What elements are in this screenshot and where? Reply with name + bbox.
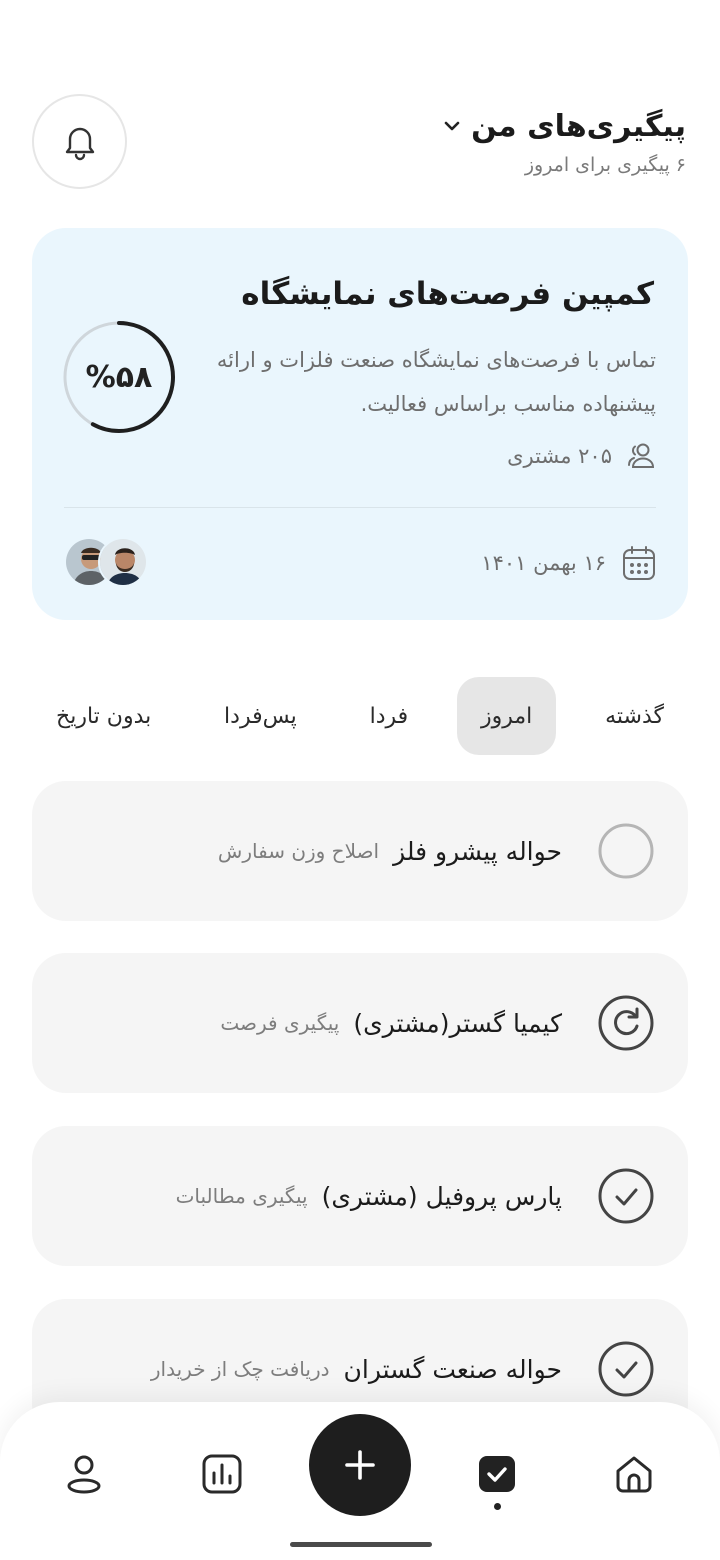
campaign-description: تماس با فرصت‌های نمایشگاه صنعت فلزات و ا… xyxy=(216,348,656,416)
active-indicator-dot xyxy=(494,1503,501,1510)
user-icon xyxy=(67,1455,101,1494)
page-subtitle: ۶ پیگیری برای امروز xyxy=(524,154,686,176)
followup-item[interactable]: کیمیا گستر(مشتری) پیگیری فرصت xyxy=(32,953,688,1093)
bottom-nav xyxy=(0,1402,720,1560)
page-title-dropdown[interactable]: پیگیری‌های من xyxy=(443,104,686,148)
followup-subtitle: اصلاح وزن سفارش xyxy=(217,839,380,863)
empty-circle-icon[interactable] xyxy=(598,823,654,879)
campaign-date-label: ۱۶ بهمن ۱۴۰۱ xyxy=(481,551,606,575)
add-button[interactable] xyxy=(309,1414,411,1516)
tab-today[interactable]: امروز xyxy=(457,677,557,755)
tab-past[interactable]: گذشته xyxy=(581,677,688,755)
nav-home[interactable] xyxy=(606,1446,662,1502)
followup-title: کیمیا گستر(مشتری) xyxy=(353,1008,562,1038)
bar-chart-icon xyxy=(202,1454,242,1494)
nav-profile[interactable] xyxy=(56,1446,112,1502)
bell-icon xyxy=(65,127,94,160)
followup-subtitle: پیگیری مطالبات xyxy=(175,1184,308,1208)
avatar xyxy=(98,537,148,587)
campaign-title: کمپین فرصت‌های نمایشگاه xyxy=(241,276,654,312)
campaign-date: ۱۶ بهمن ۱۴۰۱ xyxy=(481,541,656,585)
followup-title: حواله پیشرو فلز xyxy=(393,836,562,866)
page-title: پیگیری‌های من xyxy=(471,108,686,144)
date-filter-tabs: گذشته امروز فردا پس‌فردا بدون تاریخ xyxy=(32,676,688,756)
calendar-icon xyxy=(623,546,655,580)
check-circle-icon[interactable] xyxy=(598,1168,654,1224)
refresh-icon[interactable] xyxy=(598,995,654,1051)
followup-title: پارس پروفیل (مشتری) xyxy=(321,1181,562,1211)
followup-subtitle: پیگیری فرصت xyxy=(220,1011,340,1035)
followup-subtitle: دریافت چک از خریدار xyxy=(150,1357,330,1381)
home-indicator xyxy=(290,1542,432,1547)
tab-day-after-tomorrow[interactable]: پس‌فردا xyxy=(200,677,321,755)
followup-item[interactable]: پارس پروفیل (مشتری) پیگیری مطالبات xyxy=(32,1126,688,1266)
customer-count-label: ۲۰۵ مشتری xyxy=(507,444,612,468)
customer-count: ۲۰۵ مشتری xyxy=(507,436,656,476)
chevron-down-icon xyxy=(444,121,460,131)
tab-no-date[interactable]: بدون تاریخ xyxy=(32,677,175,755)
users-icon xyxy=(628,443,655,468)
tab-tomorrow[interactable]: فردا xyxy=(346,677,433,755)
card-divider xyxy=(64,507,656,508)
plus-icon xyxy=(345,1450,375,1480)
nav-reports[interactable] xyxy=(194,1446,250,1502)
followup-item[interactable]: حواله پیشرو فلز اصلاح وزن سفارش xyxy=(32,781,688,921)
nav-tasks[interactable] xyxy=(469,1446,525,1502)
campaign-card[interactable]: کمپین فرصت‌های نمایشگاه تماس با فرصت‌های… xyxy=(32,228,688,620)
checkbox-icon xyxy=(479,1456,515,1492)
progress-label: %۵۸ xyxy=(85,359,153,395)
assignee-avatars[interactable] xyxy=(64,537,148,587)
notifications-button[interactable] xyxy=(32,94,127,189)
check-circle-icon[interactable] xyxy=(598,1341,654,1397)
home-icon xyxy=(616,1456,652,1493)
followup-title: حواله صنعت گستران xyxy=(343,1354,562,1384)
